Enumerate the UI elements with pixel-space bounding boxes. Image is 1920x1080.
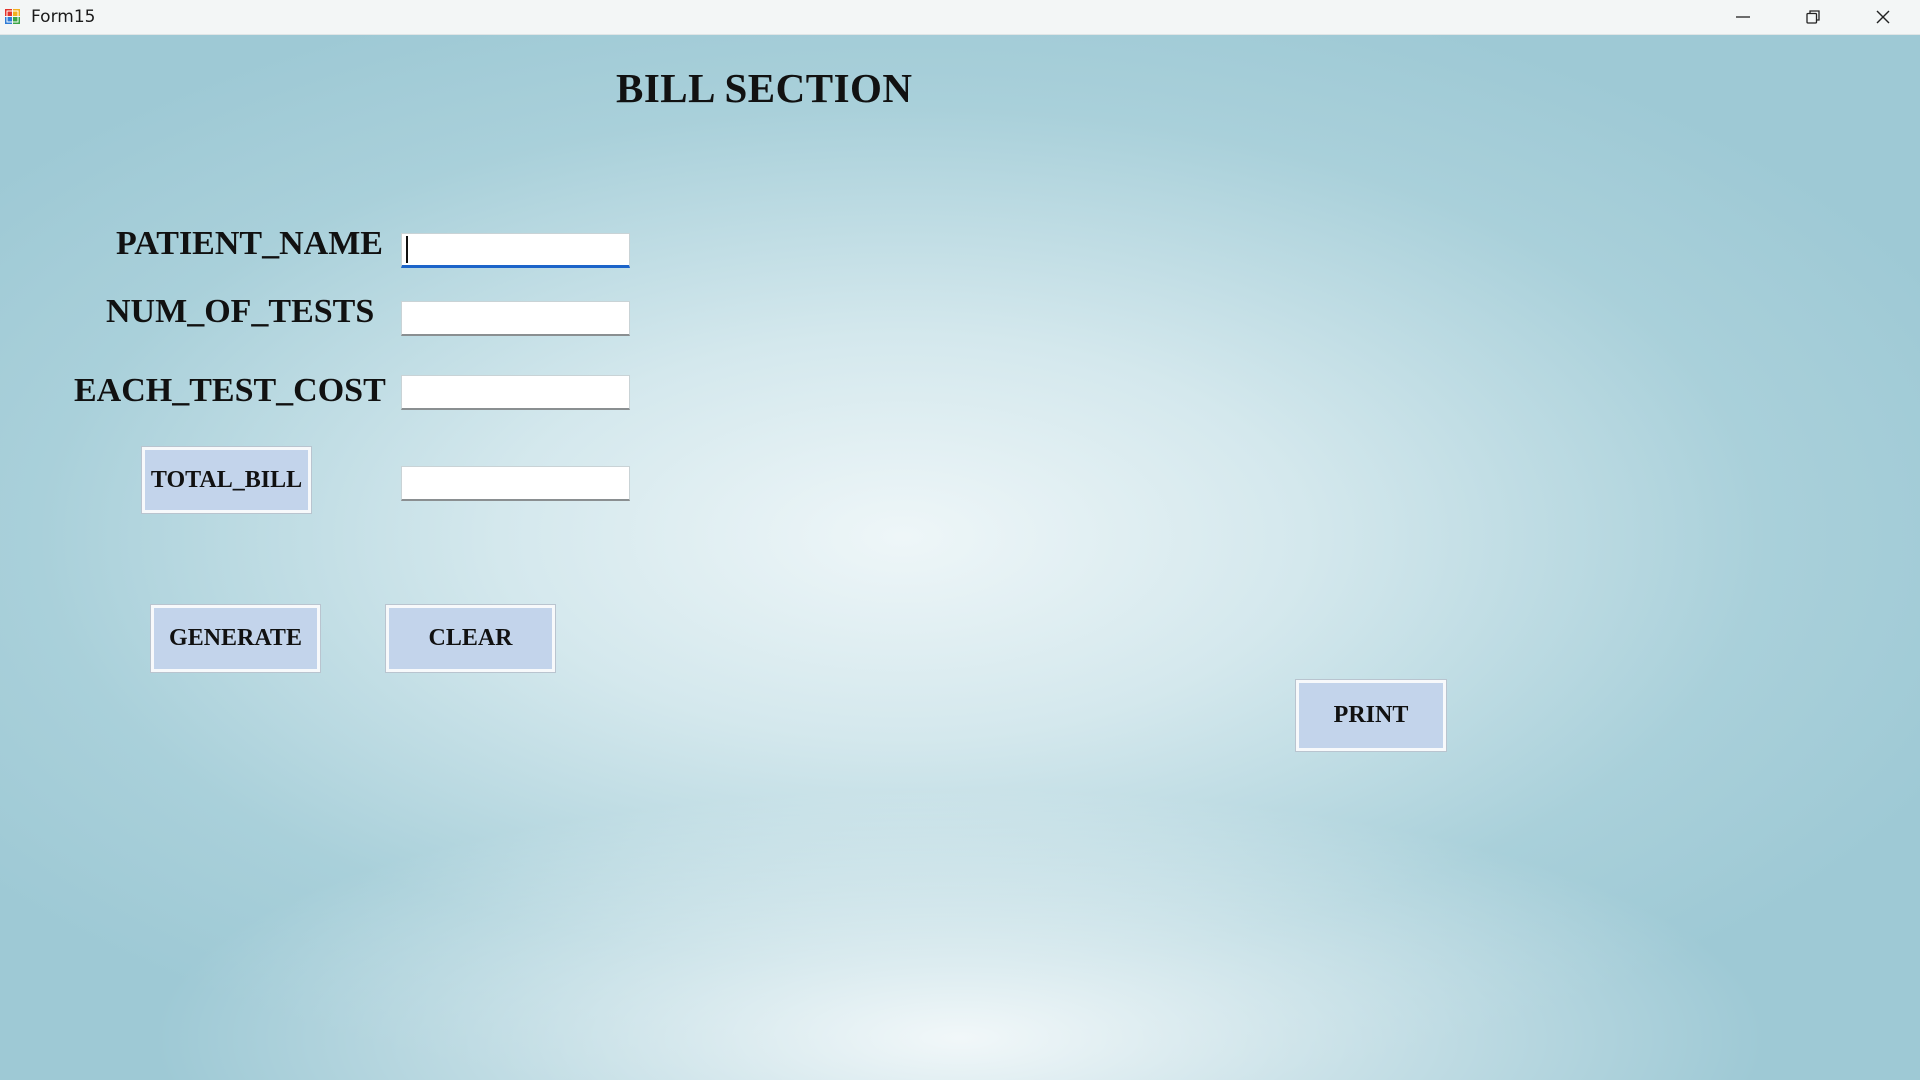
print-button[interactable]: PRINT [1295, 679, 1447, 752]
patient-name-input[interactable] [401, 233, 630, 268]
minimize-button[interactable] [1708, 0, 1778, 34]
patient-name-label: PATIENT_NAME [116, 225, 383, 262]
each-test-cost-input[interactable] [401, 375, 630, 410]
page-title: BILL SECTION [616, 65, 913, 111]
restore-icon [1805, 9, 1821, 25]
clear-button[interactable]: CLEAR [385, 604, 556, 673]
title-bar[interactable]: Form15 [0, 0, 1920, 35]
app-icon [4, 8, 22, 26]
total-bill-output[interactable] [401, 466, 630, 501]
text-caret [406, 236, 408, 263]
each-test-cost-label: EACH_TEST_COST [74, 372, 386, 409]
total-bill-button[interactable]: TOTAL_BILL [141, 446, 312, 514]
app-window: Form15 BILL SECTION PATIENT_NAME NUM_OF_… [0, 0, 1920, 1080]
generate-button[interactable]: GENERATE [150, 604, 321, 673]
close-button[interactable] [1848, 0, 1918, 34]
form-client-area [0, 35, 1920, 1080]
close-icon [1875, 9, 1891, 25]
window-title: Form15 [31, 7, 96, 27]
restore-button[interactable] [1778, 0, 1848, 34]
minimize-icon [1735, 9, 1751, 25]
num-of-tests-input[interactable] [401, 301, 630, 336]
num-of-tests-label: NUM_OF_TESTS [106, 293, 375, 330]
